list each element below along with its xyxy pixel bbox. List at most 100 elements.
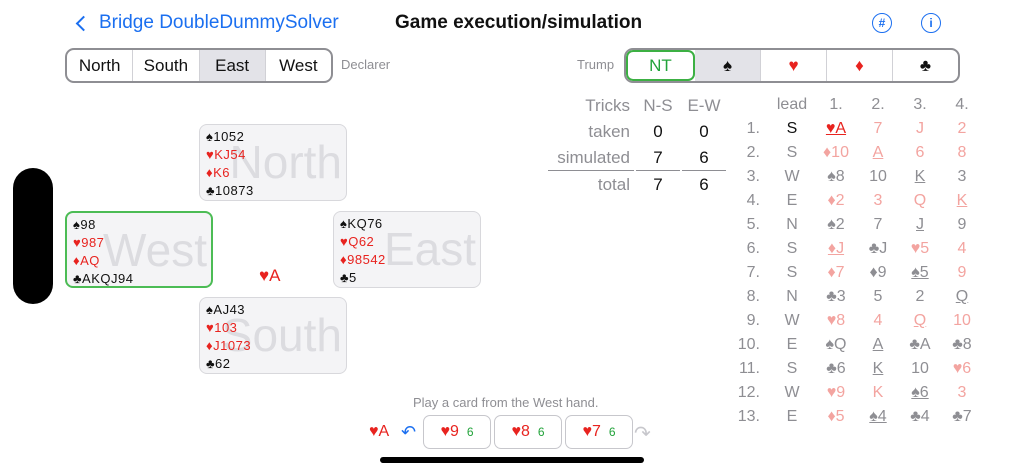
trick-number: 5. xyxy=(746,216,760,233)
trump-option-spades[interactable]: ♠ xyxy=(695,50,761,81)
east-spades[interactable]: ♠KQ76 xyxy=(340,215,474,233)
record-header-3: 3. xyxy=(913,96,927,113)
trump-option-clubs[interactable]: ♣ xyxy=(893,50,958,81)
trick-card[interactable]: 7 xyxy=(858,214,898,236)
trick-card[interactable]: ♥A xyxy=(816,118,856,140)
redo-icon[interactable]: ↷ xyxy=(634,421,651,446)
summary-total-ew: 6 xyxy=(699,175,709,194)
trick-card[interactable]: ♣J xyxy=(858,238,898,260)
north-hearts[interactable]: ♥KJ54 xyxy=(206,146,340,164)
trick-card[interactable]: ♣8 xyxy=(942,334,982,356)
trick-card[interactable]: 7 xyxy=(858,118,898,140)
trick-card[interactable]: 2 xyxy=(900,286,940,308)
trick-card[interactable]: ♥5 xyxy=(900,238,940,260)
declarer-option-south[interactable]: South xyxy=(133,50,200,81)
trick-card[interactable]: ♠4 xyxy=(858,406,898,428)
east-clubs[interactable]: ♣5 xyxy=(340,269,474,287)
trump-option-diamonds[interactable]: ♦ xyxy=(827,50,893,81)
trick-card[interactable]: 3 xyxy=(942,382,982,404)
record-header-no xyxy=(734,94,768,116)
side-panel-handle[interactable] xyxy=(13,168,53,304)
declarer-option-west[interactable]: West xyxy=(266,50,331,81)
trick-card[interactable]: ♦J xyxy=(816,238,856,260)
trick-card[interactable]: K xyxy=(942,190,982,212)
back-button[interactable]: Bridge DoubleDummySolver xyxy=(74,12,339,34)
hand-south: South ♠AJ43 ♥103 ♦J1073 ♣62 xyxy=(199,297,347,374)
trick-card[interactable]: A xyxy=(858,334,898,356)
trick-card[interactable]: ♣3 xyxy=(816,286,856,308)
trump-option-nt[interactable]: NT xyxy=(626,50,695,81)
trick-card[interactable]: Q xyxy=(900,310,940,332)
west-spades[interactable]: ♠98 xyxy=(73,216,205,234)
south-hearts[interactable]: ♥103 xyxy=(206,319,340,337)
east-diamonds[interactable]: ♦98542 xyxy=(340,251,474,269)
trick-card[interactable]: Q xyxy=(942,286,982,308)
trick-card[interactable]: ♥8 xyxy=(816,310,856,332)
trick-number: 7. xyxy=(746,264,760,281)
trick-card[interactable]: 2 xyxy=(942,118,982,140)
east-hearts[interactable]: ♥Q62 xyxy=(340,233,474,251)
trick-card[interactable]: ♦7 xyxy=(816,262,856,284)
trick-card[interactable]: 10 xyxy=(942,310,982,332)
trump-option-hearts[interactable]: ♥ xyxy=(761,50,827,81)
trick-card[interactable]: ♣A xyxy=(900,334,940,356)
trick-card[interactable]: 8 xyxy=(942,142,982,164)
trick-card[interactable]: 10 xyxy=(858,166,898,188)
trick-number: 4. xyxy=(746,192,760,209)
trick-leader: S xyxy=(786,240,798,257)
north-spades[interactable]: ♠1052 xyxy=(206,128,340,146)
trick-card[interactable]: ♣7 xyxy=(942,406,982,428)
trump-segmented-control: NT ♠ ♥ ♦ ♣ xyxy=(624,48,960,83)
declarer-option-east[interactable]: East xyxy=(199,50,266,81)
trick-card[interactable]: ♠8 xyxy=(816,166,856,188)
trick-card[interactable]: 9 xyxy=(942,214,982,236)
trick-card[interactable]: ♦2 xyxy=(816,190,856,212)
trick-card[interactable]: ♠Q xyxy=(816,334,856,356)
trick-card[interactable]: ♦10 xyxy=(816,142,856,164)
card-choice-button[interactable]: ♥7 6 xyxy=(565,415,633,449)
trick-card[interactable]: 3 xyxy=(942,166,982,188)
trick-card[interactable]: 5 xyxy=(858,286,898,308)
trick-leader: W xyxy=(784,168,800,185)
trick-card[interactable]: K xyxy=(858,382,898,404)
trick-card[interactable]: J xyxy=(900,214,940,236)
south-diamonds[interactable]: ♦J1073 xyxy=(206,337,340,355)
trick-card[interactable]: 10 xyxy=(900,358,940,380)
trick-card[interactable]: 4 xyxy=(942,238,982,260)
west-hearts[interactable]: ♥987 xyxy=(73,234,205,252)
trick-card[interactable]: 3 xyxy=(858,190,898,212)
south-spades[interactable]: ♠AJ43 xyxy=(206,301,340,319)
trick-card[interactable]: 4 xyxy=(858,310,898,332)
trick-card[interactable]: K xyxy=(858,358,898,380)
trick-card[interactable]: A xyxy=(858,142,898,164)
trick-card[interactable]: ♦9 xyxy=(858,262,898,284)
trick-card[interactable]: ♣4 xyxy=(900,406,940,428)
north-clubs[interactable]: ♣10873 xyxy=(206,182,340,200)
info-icon[interactable]: i xyxy=(921,13,941,33)
trick-card[interactable]: ♠5 xyxy=(900,262,940,284)
south-clubs[interactable]: ♣62 xyxy=(206,355,340,373)
trick-card[interactable]: Q xyxy=(900,190,940,212)
chevron-left-icon xyxy=(75,15,92,31)
declarer-option-north[interactable]: North xyxy=(67,50,134,81)
trick-card[interactable]: 6 xyxy=(900,142,940,164)
undo-icon[interactable]: ↶ xyxy=(401,422,416,443)
trick-card[interactable]: ♠2 xyxy=(816,214,856,236)
trick-card[interactable]: J xyxy=(900,118,940,140)
trick-card[interactable]: ♥6 xyxy=(942,358,982,380)
trick-card[interactable]: ♠6 xyxy=(900,382,940,404)
card-choice-button[interactable]: ♥9 6 xyxy=(423,415,491,449)
trick-card[interactable]: ♣6 xyxy=(816,358,856,380)
card-choice-button[interactable]: ♥8 6 xyxy=(494,415,562,449)
trick-card[interactable]: ♥9 xyxy=(816,382,856,404)
trick-card[interactable]: 9 xyxy=(942,262,982,284)
home-indicator[interactable] xyxy=(380,457,644,463)
west-diamonds[interactable]: ♦AQ xyxy=(73,252,205,270)
trick-row: 5. N ♠2 7 J 9 xyxy=(734,214,982,236)
hash-icon[interactable]: # xyxy=(872,13,892,33)
north-diamonds[interactable]: ♦K6 xyxy=(206,164,340,182)
trick-card[interactable]: ♦5 xyxy=(816,406,856,428)
trick-card[interactable]: K xyxy=(900,166,940,188)
card-choice-label: ♥8 xyxy=(511,423,530,440)
west-clubs[interactable]: ♣AKQJ94 xyxy=(73,270,205,286)
